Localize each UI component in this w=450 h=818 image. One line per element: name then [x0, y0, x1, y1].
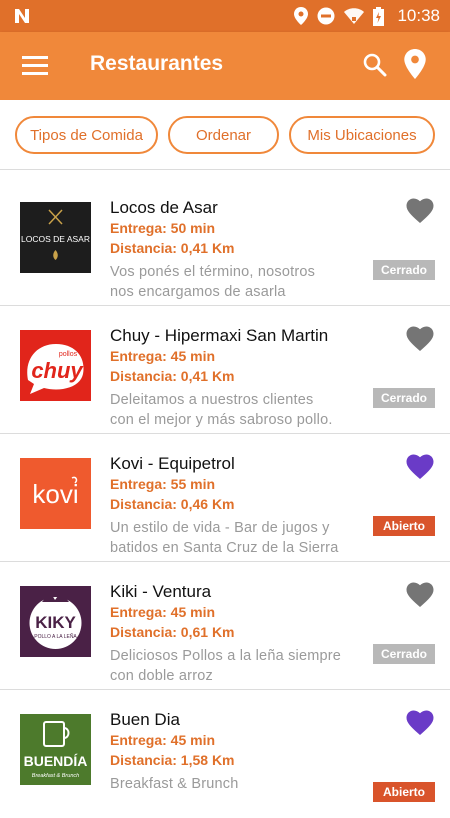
- menu-icon[interactable]: [22, 54, 48, 76]
- restaurant-name: Kiki - Ventura: [110, 582, 212, 601]
- clock: 10:38: [397, 6, 440, 25]
- status-bar: 10:38: [0, 0, 450, 32]
- logo-lettering: KIKY: [35, 613, 76, 632]
- restaurant-description: Un estilo de vida - Bar de jugos y batid…: [110, 520, 339, 556]
- delivery-time: Entrega: 50 min: [110, 220, 216, 236]
- restaurant-logo: KIKY POLLO A LA LEÑA: [20, 586, 91, 657]
- restaurant-description: Deliciosos Pollos a la leña siempre con …: [110, 648, 342, 684]
- search-icon[interactable]: [362, 52, 388, 78]
- restaurant-row[interactable]: BUENDÍA Breakfast & Brunch Buen Dia Entr…: [0, 690, 450, 818]
- restaurant-description: Breakfast & Brunch: [110, 776, 239, 792]
- sort-button[interactable]: Ordenar: [168, 116, 279, 154]
- location-pin-icon[interactable]: [402, 49, 428, 79]
- delivery-time: Entrega: 45 min: [110, 732, 216, 748]
- filter-bar: Tipos de Comida Ordenar Mis Ubicaciones: [0, 100, 450, 170]
- delivery-time: Entrega: 45 min: [110, 604, 216, 620]
- favorite-heart-icon[interactable]: [406, 198, 434, 224]
- status-badge: Cerrado: [373, 388, 435, 408]
- restaurant-description: Vos ponés el término, nosotros nos encar…: [110, 264, 316, 300]
- restaurant-logo: chuy pollos: [20, 330, 91, 401]
- app-bar: Restaurantes: [0, 32, 450, 100]
- restaurant-name: Chuy - Hipermaxi San Martin: [110, 326, 329, 345]
- favorite-heart-icon[interactable]: [406, 582, 434, 608]
- location-icon: [294, 7, 309, 25]
- restaurant-logo: BUENDÍA Breakfast & Brunch: [20, 714, 91, 785]
- svg-text:Breakfast & Brunch: Breakfast & Brunch: [32, 773, 79, 779]
- restaurant-name: Kovi - Equipetrol: [110, 454, 235, 473]
- restaurant-list: LOCOS DE ASAR Locos de Asar Entrega: 50 …: [0, 178, 450, 818]
- favorite-heart-icon[interactable]: [406, 710, 434, 736]
- distance: Distancia: 0,41 Km: [110, 368, 235, 384]
- distance: Distancia: 0,41 Km: [110, 240, 235, 256]
- status-badge: Abierto: [373, 516, 435, 536]
- food-types-button[interactable]: Tipos de Comida: [15, 116, 158, 154]
- status-badge: Abierto: [373, 782, 435, 802]
- restaurant-row[interactable]: chuy pollos Chuy - Hipermaxi San Martin …: [0, 306, 450, 434]
- restaurant-name: Locos de Asar: [110, 198, 218, 217]
- restaurant-description: Deleitamos a nuestros clientes con el me…: [110, 392, 333, 428]
- favorite-heart-icon[interactable]: [406, 326, 434, 352]
- page-title: Restaurantes: [90, 52, 224, 75]
- notification-n-icon: [15, 9, 29, 23]
- distance: Distancia: 1,58 Km: [110, 752, 235, 768]
- wifi-icon: [344, 8, 365, 24]
- logo-lettering: chuy: [31, 358, 84, 383]
- logo-lettering: BUENDÍA: [24, 753, 88, 769]
- delivery-time: Entrega: 55 min: [110, 476, 216, 492]
- favorite-heart-icon[interactable]: [406, 454, 434, 480]
- restaurant-row[interactable]: kovi Kovi - Equipetrol Entrega: 55 min D…: [0, 434, 450, 562]
- restaurant-row[interactable]: LOCOS DE ASAR Locos de Asar Entrega: 50 …: [0, 178, 450, 306]
- my-locations-button[interactable]: Mis Ubicaciones: [289, 116, 435, 154]
- distance: Distancia: 0,61 Km: [110, 624, 235, 640]
- restaurant-name: Buen Dia: [110, 710, 180, 729]
- restaurant-logo: kovi: [20, 458, 91, 529]
- restaurant-row[interactable]: KIKY POLLO A LA LEÑA Kiki - Ventura Entr…: [0, 562, 450, 690]
- status-badge: Cerrado: [373, 644, 435, 664]
- status-badge: Cerrado: [373, 260, 435, 280]
- battery-icon: [373, 6, 385, 26]
- restaurant-logo: LOCOS DE ASAR: [20, 202, 91, 273]
- svg-text:pollos: pollos: [59, 351, 78, 358]
- delivery-time: Entrega: 45 min: [110, 348, 216, 364]
- logo-lettering: LOCOS DE ASAR: [21, 234, 90, 244]
- do-not-disturb-icon: [317, 7, 335, 25]
- distance: Distancia: 0,46 Km: [110, 496, 235, 512]
- logo-lettering: kovi: [32, 479, 78, 509]
- svg-text:POLLO A LA LEÑA: POLLO A LA LEÑA: [34, 633, 77, 640]
